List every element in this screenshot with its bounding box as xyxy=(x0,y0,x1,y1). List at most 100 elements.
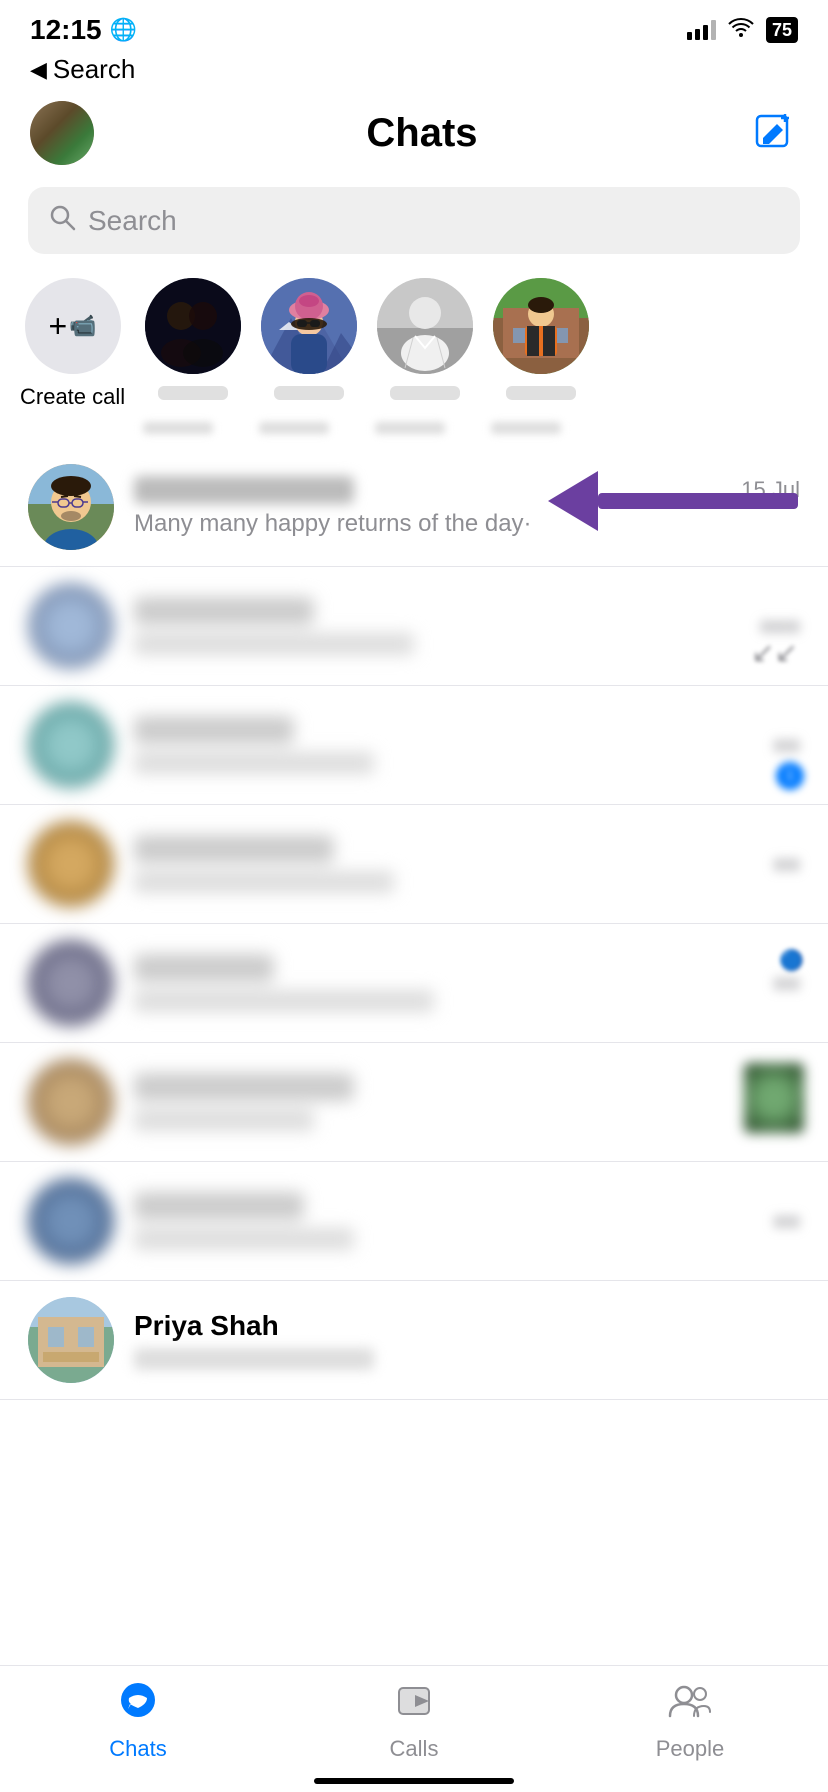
wifi-icon xyxy=(728,17,754,43)
chat-item-3[interactable]: ●● 1 xyxy=(0,686,828,805)
chat-name-4 xyxy=(134,835,334,863)
calls-icon xyxy=(393,1682,435,1730)
chat-time-5: ●● xyxy=(773,970,800,996)
chat-avatar-3 xyxy=(28,702,114,788)
chat-name-5 xyxy=(134,954,274,982)
status-icons: 75 xyxy=(687,17,798,43)
chat-item-priya[interactable]: Priya Shah xyxy=(0,1281,828,1400)
chat-content-4 xyxy=(134,835,753,893)
story-avatar-4 xyxy=(493,278,589,374)
chat-avatar-1 xyxy=(28,464,114,550)
chat-avatar-2 xyxy=(28,583,114,669)
page-title: Chats xyxy=(94,111,750,156)
video-icon: 📹 xyxy=(69,313,96,339)
back-arrow-icon: ◀ xyxy=(30,57,47,83)
chat-avatar-5 xyxy=(28,940,114,1026)
status-time: 12:15 🌐 xyxy=(30,14,137,46)
nav-back[interactable]: ◀ Search xyxy=(0,54,828,91)
user-avatar[interactable] xyxy=(30,101,94,165)
arrow-head xyxy=(548,471,598,531)
chat-preview-text-1: Many many happy returns of the day· xyxy=(134,510,532,537)
chat-avatar-priya xyxy=(28,1297,114,1383)
chat-preview-3 xyxy=(134,752,374,774)
chat-avatar-6 xyxy=(28,1059,114,1145)
badge-3: 1 xyxy=(776,762,804,790)
status-icon-5: 🔵 xyxy=(779,948,804,973)
story-item-2[interactable] xyxy=(261,278,357,400)
chat-content-2 xyxy=(134,597,740,655)
people-icon xyxy=(666,1682,714,1730)
chat-item-1[interactable]: 15 Jul Many many happy returns of the da… xyxy=(0,448,828,567)
story-item-3[interactable] xyxy=(377,278,473,400)
chat-preview-2 xyxy=(134,633,414,655)
calls-label: Calls xyxy=(390,1736,439,1762)
chats-label: Chats xyxy=(109,1736,166,1762)
chat-preview-priya xyxy=(134,1348,374,1370)
chat-preview-4 xyxy=(134,871,394,893)
chat-item-6[interactable]: ●● xyxy=(0,1043,828,1162)
chat-item-5[interactable]: ●● 🔵 xyxy=(0,924,828,1043)
chat-content-5 xyxy=(134,954,753,1012)
chat-name-1 xyxy=(134,476,354,504)
chat-preview-6 xyxy=(134,1109,314,1131)
chat-preview-5 xyxy=(134,990,434,1012)
chat-content-6 xyxy=(134,1073,753,1131)
arrow-annotation xyxy=(548,471,798,531)
compose-button[interactable] xyxy=(750,109,798,157)
chat-item-4[interactable]: ●● xyxy=(0,805,828,924)
nav-tab-calls[interactable]: Calls xyxy=(354,1682,474,1762)
nav-tab-people[interactable]: People xyxy=(630,1682,750,1762)
search-bar-container: Search xyxy=(0,179,828,270)
chat-time-7: ●● xyxy=(773,1208,800,1234)
bottom-nav: Chats Calls People xyxy=(0,1665,828,1792)
story-name-2 xyxy=(274,386,344,400)
chat-name-priya: Priya Shah xyxy=(134,1310,279,1342)
nav-tab-chats[interactable]: Chats xyxy=(78,1682,198,1762)
people-label: People xyxy=(656,1736,725,1762)
story-avatar-3 xyxy=(377,278,473,374)
chat-avatar-7 xyxy=(28,1178,114,1264)
plus-icon: + xyxy=(49,308,68,345)
story-avatar-2 xyxy=(261,278,357,374)
chat-name-3 xyxy=(134,716,294,744)
story-avatar-1 xyxy=(145,278,241,374)
search-placeholder: Search xyxy=(88,205,177,237)
create-call-button[interactable]: + 📹 Create call xyxy=(20,278,125,410)
chat-content-priya: Priya Shah xyxy=(134,1310,800,1370)
arrow-shaft xyxy=(598,493,798,509)
home-indicator xyxy=(314,1778,514,1784)
status-bar: 12:15 🌐 75 xyxy=(0,0,828,54)
chat-list: 15 Jul Many many happy returns of the da… xyxy=(0,448,828,1400)
chat-time-4: ●● xyxy=(773,851,800,877)
read-icon-2: ↙↙ xyxy=(751,636,798,669)
chats-icon xyxy=(117,1682,159,1730)
story-name-3 xyxy=(390,386,460,400)
search-bar[interactable]: Search xyxy=(28,187,800,254)
back-label: Search xyxy=(53,54,135,85)
chat-time-3: ●● xyxy=(773,732,800,758)
chat-item-2[interactable]: ●●● ↙↙ xyxy=(0,567,828,686)
battery-icon: 75 xyxy=(766,17,798,43)
globe-icon: 🌐 xyxy=(110,17,137,43)
stories-row: + 📹 Create call xyxy=(0,270,828,422)
chat-name-7 xyxy=(134,1192,304,1220)
chat-content-7 xyxy=(134,1192,753,1250)
page-header: Chats xyxy=(0,91,828,179)
story-item-4[interactable] xyxy=(493,278,589,400)
chat-item-7[interactable]: ●● xyxy=(0,1162,828,1281)
chat-avatar-4 xyxy=(28,821,114,907)
thumbnail-6 xyxy=(744,1063,804,1133)
chat-content-3 xyxy=(134,716,753,774)
create-call-label: Create call xyxy=(20,384,125,410)
story-item-1[interactable] xyxy=(145,278,241,400)
chat-name-2 xyxy=(134,597,314,625)
search-icon xyxy=(48,203,76,238)
chat-preview-7 xyxy=(134,1228,354,1250)
story-names-row xyxy=(0,422,828,448)
signal-icon xyxy=(687,20,716,40)
story-name-4 xyxy=(506,386,576,400)
battery-level: 75 xyxy=(772,20,792,41)
purple-arrow xyxy=(548,471,798,531)
create-call-circle: + 📹 xyxy=(25,278,121,374)
chat-name-6 xyxy=(134,1073,354,1101)
